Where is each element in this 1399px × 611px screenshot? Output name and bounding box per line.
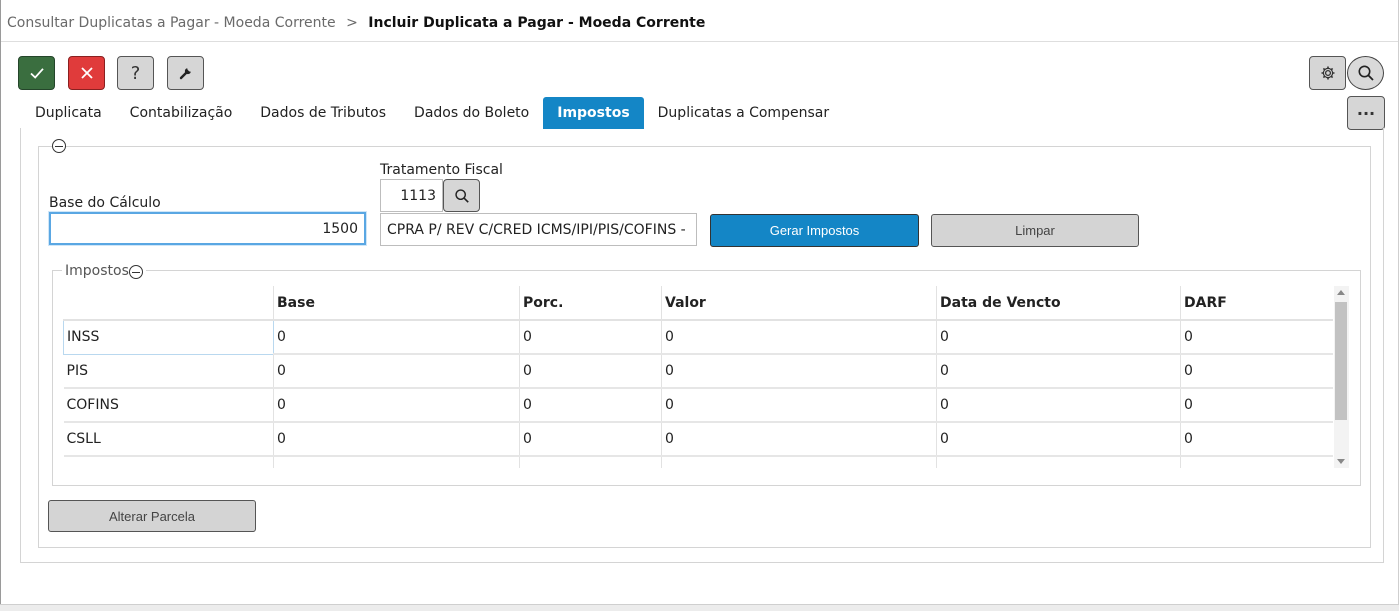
cell-valor[interactable]: [661, 456, 937, 468]
cell-darf[interactable]: [1180, 456, 1333, 468]
cell-data-vencto[interactable]: 0: [936, 320, 1181, 355]
table-row[interactable]: COFINS 0 0 0 0 0: [63, 388, 1333, 423]
column-header: [63, 286, 274, 321]
scrollbar-thumb[interactable]: [1335, 302, 1347, 420]
cell-porc[interactable]: 0: [519, 388, 662, 423]
column-header-data-vencto[interactable]: Data de Vencto: [936, 286, 1181, 321]
tab-dados-de-tributos[interactable]: Dados de Tributos: [246, 97, 400, 129]
breadcrumb: Consultar Duplicatas a Pagar - Moeda Cor…: [7, 15, 705, 31]
breadcrumb-current: Incluir Duplicata a Pagar - Moeda Corren…: [368, 15, 706, 31]
table-header-row: Base Porc. Valor Data de Vencto DARF: [63, 286, 1333, 321]
base-calculo-input[interactable]: [49, 212, 366, 245]
tratamento-fiscal-label: Tratamento Fiscal: [380, 162, 503, 178]
breadcrumb-separator: >: [346, 15, 358, 31]
footer-strip: [0, 604, 1399, 611]
cell-darf[interactable]: 0: [1180, 422, 1333, 457]
cell-valor[interactable]: 0: [661, 388, 937, 423]
tools-button[interactable]: [167, 56, 204, 90]
cell-porc[interactable]: 0: [519, 354, 662, 389]
column-header-porc[interactable]: Porc.: [519, 286, 662, 321]
confirm-button[interactable]: [18, 56, 55, 90]
tab-contabilizacao[interactable]: Contabilização: [116, 97, 247, 129]
search-icon: [454, 188, 469, 203]
impostos-table: Base Porc. Valor Data de Vencto DARF INS…: [63, 286, 1333, 468]
collapse-section-icon[interactable]: [52, 139, 66, 153]
cell-porc[interactable]: [519, 456, 662, 468]
wrench-icon: [179, 68, 191, 80]
tratamento-fiscal-search-button[interactable]: [443, 179, 480, 212]
cell-base[interactable]: 0: [273, 320, 520, 355]
table-row[interactable]: CSLL 0 0 0 0 0: [63, 422, 1333, 457]
scroll-up-icon[interactable]: [1337, 290, 1345, 295]
cell-base[interactable]: 0: [273, 422, 520, 457]
cell-darf[interactable]: 0: [1180, 354, 1333, 389]
more-icon: ···: [1356, 103, 1376, 123]
tab-dados-do-boleto[interactable]: Dados do Boleto: [400, 97, 543, 129]
help-icon: ?: [130, 62, 141, 84]
tab-duplicata[interactable]: Duplicata: [21, 97, 116, 129]
limpar-button[interactable]: Limpar: [931, 214, 1139, 247]
help-button[interactable]: ?: [117, 56, 154, 90]
tab-duplicatas-a-compensar[interactable]: Duplicatas a Compensar: [644, 97, 843, 129]
base-calculo-label: Base do Cálculo: [49, 195, 161, 211]
cancel-button[interactable]: [68, 56, 105, 90]
cell-imposto[interactable]: [63, 456, 274, 468]
gear-icon: [1321, 66, 1334, 80]
gerar-impostos-button[interactable]: Gerar Impostos: [710, 214, 919, 247]
search-icon: [1358, 65, 1374, 81]
cell-valor[interactable]: 0: [661, 422, 937, 457]
scroll-down-icon[interactable]: [1337, 459, 1345, 464]
cell-darf[interactable]: 0: [1180, 320, 1333, 355]
cell-darf[interactable]: 0: [1180, 388, 1333, 423]
breadcrumb-parent-link[interactable]: Consultar Duplicatas a Pagar - Moeda Cor…: [7, 15, 336, 31]
cell-valor[interactable]: 0: [661, 320, 937, 355]
cell-data-vencto[interactable]: 0: [936, 422, 1181, 457]
cell-imposto[interactable]: COFINS: [63, 388, 274, 423]
cell-base[interactable]: [273, 456, 520, 468]
header-divider: [1, 41, 1398, 42]
column-header-darf[interactable]: DARF: [1180, 286, 1333, 321]
global-search-button[interactable]: [1347, 56, 1384, 90]
settings-button[interactable]: [1309, 56, 1346, 90]
cell-porc[interactable]: 0: [519, 320, 662, 355]
cell-porc[interactable]: 0: [519, 422, 662, 457]
more-options-button[interactable]: ···: [1347, 96, 1385, 130]
collapse-impostos-icon[interactable]: [128, 265, 143, 279]
table-row[interactable]: [63, 456, 1333, 468]
cell-data-vencto[interactable]: 0: [936, 388, 1181, 423]
tab-bar: Duplicata Contabilização Dados de Tribut…: [21, 97, 843, 129]
close-icon: [80, 67, 93, 79]
tratamento-fiscal-code-input[interactable]: [380, 179, 443, 212]
check-icon: [29, 68, 44, 79]
alterar-parcela-button[interactable]: Alterar Parcela: [48, 500, 256, 532]
cell-valor[interactable]: 0: [661, 354, 937, 389]
tratamento-fiscal-description[interactable]: [380, 213, 697, 246]
table-row[interactable]: PIS 0 0 0 0 0: [63, 354, 1333, 389]
cell-imposto[interactable]: PIS: [63, 354, 274, 389]
impostos-legend-label: Impostos: [65, 263, 129, 279]
cell-imposto[interactable]: CSLL: [63, 422, 274, 457]
cell-data-vencto[interactable]: [936, 456, 1181, 468]
column-header-valor[interactable]: Valor: [661, 286, 937, 321]
impostos-legend: Impostos: [62, 263, 146, 279]
table-row[interactable]: INSS 0 0 0 0 0: [63, 319, 1333, 355]
cell-imposto[interactable]: INSS: [63, 319, 274, 355]
cell-base[interactable]: 0: [273, 388, 520, 423]
cell-base[interactable]: 0: [273, 354, 520, 389]
cell-data-vencto[interactable]: 0: [936, 354, 1181, 389]
column-header-base[interactable]: Base: [273, 286, 520, 321]
table-scrollbar[interactable]: [1334, 286, 1349, 468]
tab-impostos[interactable]: Impostos: [543, 97, 644, 129]
